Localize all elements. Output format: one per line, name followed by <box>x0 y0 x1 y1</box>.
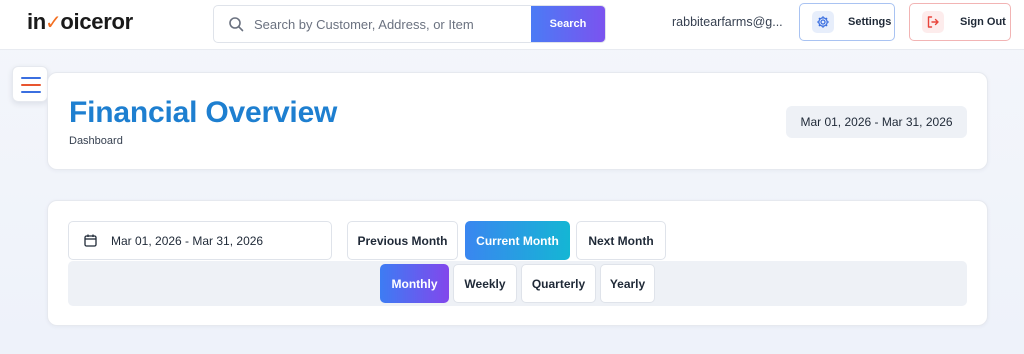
sign-out-label: Sign Out <box>960 16 1006 28</box>
weekly-button[interactable]: Weekly <box>453 264 517 303</box>
search-bar: Search <box>213 5 606 43</box>
logo-check-icon: ✓ <box>44 12 62 34</box>
hamburger-icon-line-middle <box>21 84 41 86</box>
page-title: Financial Overview <box>69 96 338 129</box>
date-range-value: Mar 01, 2026 - Mar 31, 2026 <box>111 233 264 248</box>
breadcrumb: Dashboard <box>69 135 123 147</box>
hamburger-menu-button[interactable] <box>12 66 48 102</box>
date-filter-card: Mar 01, 2026 - Mar 31, 2026 Previous Mon… <box>47 200 988 326</box>
settings-label: Settings <box>848 16 892 28</box>
settings-button[interactable]: Settings <box>799 3 895 41</box>
sign-out-button[interactable]: Sign Out <box>909 3 1011 41</box>
date-range-badge: Mar 01, 2026 - Mar 31, 2026 <box>786 106 967 138</box>
granularity-toolbar: Monthly Weekly Quarterly Yearly <box>68 261 967 306</box>
hamburger-icon <box>21 77 41 79</box>
previous-month-button[interactable]: Previous Month <box>347 221 458 260</box>
current-month-button[interactable]: Current Month <box>465 221 570 260</box>
quarterly-button[interactable]: Quarterly <box>521 264 596 303</box>
user-email[interactable]: rabbitearfarms@g... <box>672 15 784 29</box>
hamburger-icon-line-bottom <box>21 91 41 93</box>
calendar-icon <box>84 234 97 247</box>
yearly-button[interactable]: Yearly <box>600 264 655 303</box>
app-logo[interactable]: in ✓ oiceror <box>27 9 133 35</box>
logo-text-prefix: in <box>27 9 46 34</box>
search-input[interactable] <box>254 6 532 42</box>
gear-icon <box>812 11 834 33</box>
search-icon <box>229 17 244 32</box>
search-button[interactable]: Search <box>531 6 605 42</box>
logo-text-suffix: oiceror <box>60 9 133 34</box>
monthly-button[interactable]: Monthly <box>380 264 449 303</box>
logout-icon <box>922 11 944 33</box>
date-range-picker[interactable]: Mar 01, 2026 - Mar 31, 2026 <box>68 221 332 260</box>
top-bar: in ✓ oiceror Search rabbitearfarms@g... … <box>0 0 1024 50</box>
next-month-button[interactable]: Next Month <box>576 221 666 260</box>
page-header-card: Financial Overview Dashboard Mar 01, 202… <box>47 72 988 170</box>
